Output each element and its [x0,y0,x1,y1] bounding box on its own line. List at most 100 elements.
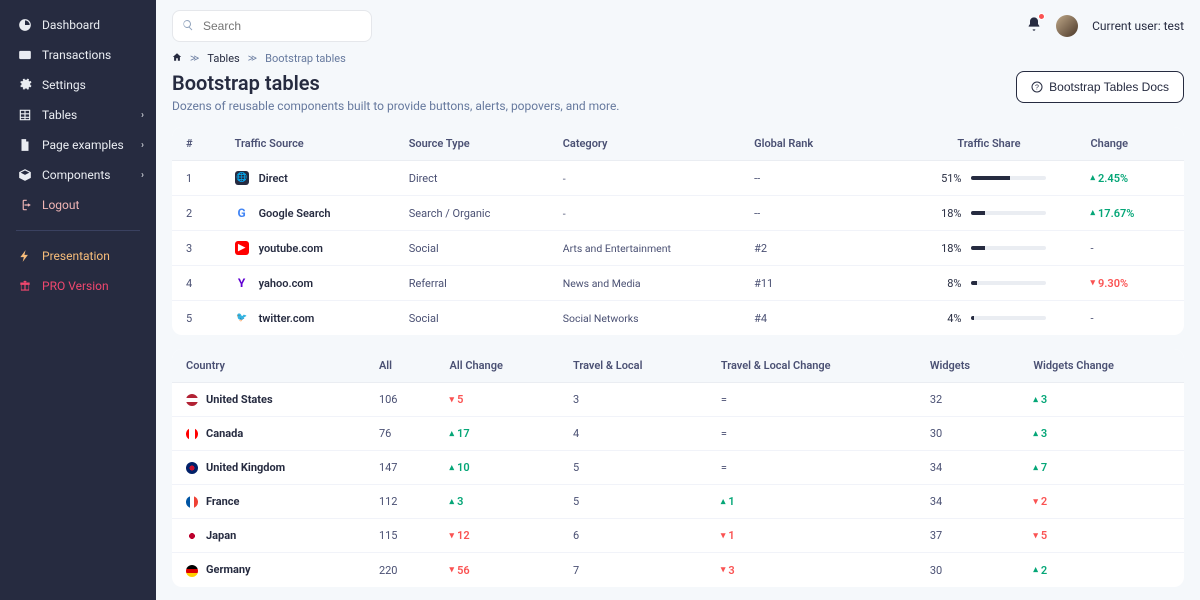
change: ▴2.45% [1060,161,1184,196]
traffic-share: 18% [862,231,1060,266]
search-icon [182,19,194,31]
home-icon [172,52,182,62]
topbar: Current user: test [156,0,1200,52]
travel-local-value: 6 [559,519,707,553]
country-table: CountryAllAll ChangeTravel & LocalTravel… [172,349,1184,587]
avatar[interactable] [1056,15,1078,37]
nav-label: PRO Version [42,279,109,293]
category: Arts and Entertainment [549,231,740,266]
travel-local-change: ▴1 [707,485,916,519]
change: ▾9.30% [1060,266,1184,301]
arrow-down-icon: ▾ [1090,278,1095,288]
all-value: 76 [365,417,436,451]
table-header: Traffic Share [862,127,1060,161]
table-header: All [365,349,436,383]
nav-item-components[interactable]: Components› [0,160,156,190]
arrow-up-icon: ▴ [450,463,455,473]
row-index: 1 [172,161,221,196]
source-type: Search / Organic [395,196,549,231]
travel-local-change: = [707,383,916,417]
page-subtitle: Dozens of reusable components built to p… [172,99,619,113]
country: Canada [172,417,365,451]
global-rank: #4 [740,301,862,336]
nav-item-tables[interactable]: Tables› [0,100,156,130]
notifications-button[interactable] [1026,16,1042,36]
global-rank: #2 [740,231,862,266]
table-header: Travel & Local Change [707,349,916,383]
country: Germany [172,553,365,587]
table-row: 3 ▶youtube.com Social Arts and Entertain… [172,231,1184,266]
arrow-up-icon: ▴ [1033,395,1038,405]
table-header: Widgets Change [1019,349,1184,383]
notification-dot [1038,13,1045,20]
table-row: France 112 ▴3 5 ▴1 34 ▾2 [172,485,1184,519]
global-rank: -- [740,196,862,231]
row-index: 3 [172,231,221,266]
nav-label: Settings [42,78,86,92]
all-value: 106 [365,383,436,417]
travel-local-value: 7 [559,553,707,587]
nav-item-transactions[interactable]: Transactions [0,40,156,70]
arrow-down-icon: ▾ [721,531,726,541]
all-value: 147 [365,451,436,485]
topbar-right: Current user: test [1026,15,1184,37]
logout-icon [18,198,32,212]
widgets-change: ▴7 [1019,451,1184,485]
traffic-table: #Traffic SourceSource TypeCategoryGlobal… [172,127,1184,335]
traffic-source[interactable]: 🐦twitter.com [235,311,381,325]
flag-us-icon [186,394,198,406]
table-row: 2 GGoogle Search Search / Organic - -- 1… [172,196,1184,231]
traffic-source[interactable]: GGoogle Search [235,206,381,220]
widgets-value: 30 [916,553,1020,587]
nav-item-page-examples[interactable]: Page examples› [0,130,156,160]
arrow-down-icon: ▾ [450,531,455,541]
search-input[interactable] [172,10,372,42]
all-value: 115 [365,519,436,553]
docs-button[interactable]: ? Bootstrap Tables Docs [1016,71,1184,103]
widgets-value: 34 [916,485,1020,519]
chevron-right-icon: › [141,170,144,181]
traffic-source[interactable]: Yyahoo.com [235,276,381,290]
question-icon: ? [1031,81,1043,93]
breadcrumb-tables[interactable]: Tables [207,52,239,65]
traffic-source[interactable]: 🌐Direct [235,171,381,185]
table-header: All Change [436,349,559,383]
widgets-value: 30 [916,417,1020,451]
global-rank: -- [740,161,862,196]
pie-icon [18,18,32,32]
arrow-down-icon: ▾ [450,395,455,405]
source-type: Social [395,231,549,266]
change: - [1060,231,1184,266]
table-row: Germany 220 ▾56 7 ▾3 30 ▴2 [172,553,1184,587]
nav-item-pro-version[interactable]: PRO Version [0,271,156,301]
svg-text:?: ? [1035,85,1039,92]
all-change: ▾56 [436,553,559,587]
nav-item-logout[interactable]: Logout [0,190,156,220]
source-type: Social [395,301,549,336]
nav-item-settings[interactable]: Settings [0,70,156,100]
table-header: Global Rank [740,127,862,161]
nav-item-dashboard[interactable]: Dashboard [0,10,156,40]
country: Japan [172,519,365,553]
box-icon [18,168,32,182]
current-user-label: Current user: test [1092,19,1184,33]
breadcrumb-home[interactable] [172,52,182,65]
nav-label: Logout [42,198,79,212]
nav-item-presentation[interactable]: Presentation [0,241,156,271]
file-icon [18,138,32,152]
travel-local-value: 5 [559,451,707,485]
arrow-up-icon: ▴ [1033,463,1038,473]
traffic-source[interactable]: ▶youtube.com [235,241,381,255]
widgets-change: ▴3 [1019,417,1184,451]
sidebar: DashboardTransactions Settings Tables›Page… [0,0,156,600]
flag-jp-icon [186,530,198,542]
row-index: 4 [172,266,221,301]
chevron-right-icon: › [141,140,144,151]
category: - [549,196,740,231]
traffic-share: 8% [862,266,1060,301]
country-table-card: CountryAllAll ChangeTravel & LocalTravel… [172,349,1184,587]
travel-local-value: 4 [559,417,707,451]
flag-fr-icon [186,496,198,508]
table-header: Travel & Local [559,349,707,383]
chevron-right-icon: ≫ [190,54,199,64]
